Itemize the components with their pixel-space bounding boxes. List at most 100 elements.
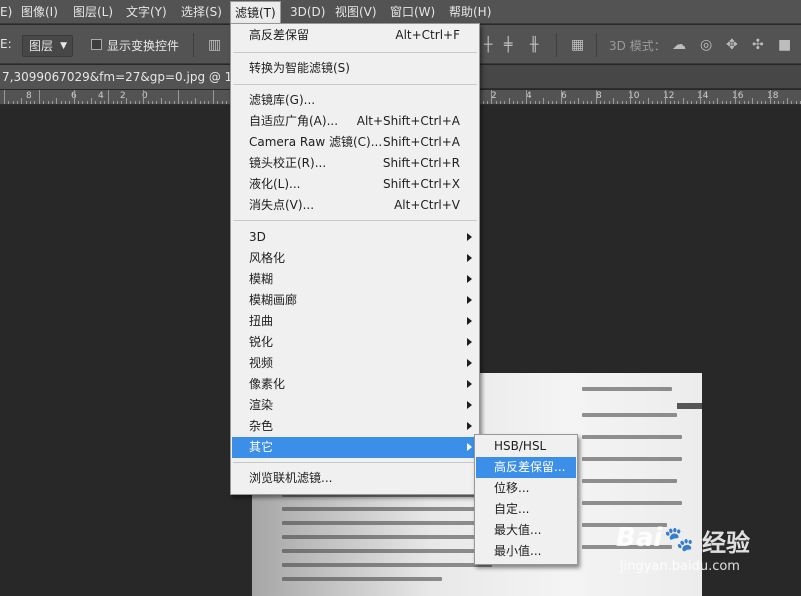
menu-item-shortcut: Alt+Shift+Ctrl+A — [356, 114, 460, 128]
ruler-tick — [60, 101, 62, 104]
menu-item-3d[interactable]: 3D — [232, 227, 478, 248]
menu-item-label: 扭曲 — [249, 314, 274, 328]
ruler-tick — [112, 101, 114, 104]
menu-image[interactable]: 图像(I) — [17, 0, 62, 24]
menu-item-filter-gallery[interactable]: 滤镜库(G)... — [232, 90, 478, 111]
ruler-tick — [191, 101, 193, 104]
menu-item-browse-online[interactable]: 浏览联机滤镜... — [232, 468, 478, 489]
divider — [193, 33, 194, 57]
3d-rotate-icon[interactable]: ☁ — [672, 37, 686, 53]
menu-item-noise[interactable]: 杂色 — [232, 416, 478, 437]
menu-window[interactable]: 窗口(W) — [386, 0, 439, 24]
ruler-tick — [491, 90, 493, 104]
submenu-arrow-icon — [467, 380, 472, 388]
ruler-tick — [630, 90, 632, 104]
menu-item-label: 杂色 — [249, 419, 274, 433]
ruler-label: 4 — [98, 91, 104, 101]
align-top-icon[interactable]: ▥ — [208, 37, 221, 53]
menu-type[interactable]: 文字(Y) — [122, 0, 171, 24]
3d-slide-icon[interactable]: ✣ — [752, 37, 764, 53]
ruler-tick — [708, 101, 710, 104]
ruler-tick — [121, 101, 123, 104]
menu-item-label: 液化(L)... — [249, 177, 301, 191]
ruler-tick — [91, 98, 92, 104]
auto-align-icon[interactable]: ▦ — [571, 37, 584, 53]
submenu-item-maximum[interactable]: 最大值... — [476, 520, 576, 541]
ruler-tick — [8, 101, 10, 104]
menu-item-camera-raw[interactable]: Camera Raw 滤镜(C)... Shift+Ctrl+A — [232, 132, 478, 153]
text-line — [582, 501, 682, 505]
ruler-tick — [552, 101, 554, 104]
document-tab[interactable]: 7,3099067029&fm=27&gp=0.jpg @ 100% — [0, 65, 240, 89]
submenu-arrow-icon — [467, 401, 472, 409]
ruler-tick — [212, 90, 214, 104]
3d-scale-icon[interactable]: ■ — [778, 37, 791, 53]
submenu-item-offset[interactable]: 位移... — [476, 478, 576, 499]
ruler-tick — [147, 101, 149, 104]
distribute-right-icon[interactable]: ╫ — [530, 37, 538, 53]
menu-filter[interactable]: 滤镜(T) — [230, 1, 281, 24]
menu-item-label: 消失点(V)... — [249, 198, 315, 212]
ruler-tick — [143, 90, 145, 104]
ruler-tick — [769, 90, 771, 104]
ruler-tick — [173, 101, 175, 104]
3d-pan-icon[interactable]: ✥ — [726, 37, 738, 53]
ruler-tick — [225, 101, 227, 104]
ruler-tick — [104, 101, 106, 104]
menu-layer[interactable]: 图层(L) — [69, 0, 117, 24]
ruler-tick — [691, 101, 693, 104]
ruler-tick — [717, 98, 719, 104]
ruler-tick — [595, 90, 597, 104]
menu-item-label: 位移... — [494, 481, 530, 495]
submenu-item-minimum[interactable]: 最小值... — [476, 541, 576, 562]
menu-item-last-filter[interactable]: 高反差保留 Alt+Ctrl+F — [232, 25, 478, 46]
menu-item-distort[interactable]: 扭曲 — [232, 311, 478, 332]
menu-select[interactable]: 选择(S) — [177, 0, 226, 24]
submenu-arrow-icon — [467, 338, 472, 346]
menu-item-liquify[interactable]: 液化(L)... Shift+Ctrl+X — [232, 174, 478, 195]
text-line — [282, 535, 497, 539]
submenu-item-custom[interactable]: 自定... — [476, 499, 576, 520]
submenu-arrow-icon — [467, 422, 472, 430]
menu-item-video[interactable]: 视频 — [232, 353, 478, 374]
menu-item-convert-smart-filter[interactable]: 转换为智能滤镜(S) — [232, 58, 478, 79]
menu-3d[interactable]: 3D(D) — [286, 0, 329, 24]
ruler-tick — [573, 101, 575, 104]
menu-item-label: Camera Raw 滤镜(C)... — [249, 135, 383, 149]
menu-item-lens-correction[interactable]: 镜头校正(R)... Shift+Ctrl+R — [232, 153, 478, 174]
ruler-tick — [652, 101, 654, 104]
menu-item-adaptive-wide-angle[interactable]: 自适应广角(A)... Alt+Shift+Ctrl+A — [232, 111, 478, 132]
ruler-tick — [704, 101, 706, 104]
submenu-item-high-pass[interactable]: 高反差保留... — [476, 457, 576, 478]
menu-item-pixelate[interactable]: 像素化 — [232, 374, 478, 395]
3d-roll-icon[interactable]: ◎ — [700, 37, 712, 53]
menu-item-shortcut: Alt+Ctrl+F — [395, 28, 460, 42]
align-vcenter-icon[interactable]: ┼ — [484, 37, 492, 53]
ruler-tick — [156, 101, 158, 104]
menu-edit[interactable]: E) — [0, 0, 16, 24]
menu-item-blur-gallery[interactable]: 模糊画廊 — [232, 290, 478, 311]
watermark-brand-suffix: 经验 — [702, 529, 750, 557]
menu-item-stylize[interactable]: 风格化 — [232, 248, 478, 269]
ruler-tick — [73, 90, 75, 104]
ruler-label: 6 — [561, 91, 567, 101]
menu-item-vanishing-point[interactable]: 消失点(V)... Alt+Ctrl+V — [232, 195, 478, 216]
menu-help[interactable]: 帮助(H) — [445, 0, 495, 24]
auto-select-dropdown[interactable]: 图层 ▼ — [22, 35, 73, 57]
menu-item-other[interactable]: 其它 — [232, 437, 478, 458]
ruler-tick — [787, 98, 788, 104]
ruler-tick — [613, 98, 614, 104]
menu-view[interactable]: 视图(V) — [331, 0, 381, 24]
show-transform-checkbox[interactable] — [91, 39, 102, 50]
ruler-tick — [617, 101, 619, 104]
submenu-item-hsb-hsl[interactable]: HSB/HSL — [476, 436, 576, 457]
text-line — [282, 549, 482, 553]
distribute-vcenter-icon[interactable]: ╪ — [504, 37, 512, 53]
menu-item-label: 自适应广角(A)... — [249, 114, 339, 128]
auto-select-value: 图层 — [29, 39, 54, 53]
ruler-tick — [499, 101, 501, 104]
menu-item-sharpen[interactable]: 锐化 — [232, 332, 478, 353]
menu-item-render[interactable]: 渲染 — [232, 395, 478, 416]
ruler-tick — [186, 101, 188, 104]
menu-item-blur[interactable]: 模糊 — [232, 269, 478, 290]
